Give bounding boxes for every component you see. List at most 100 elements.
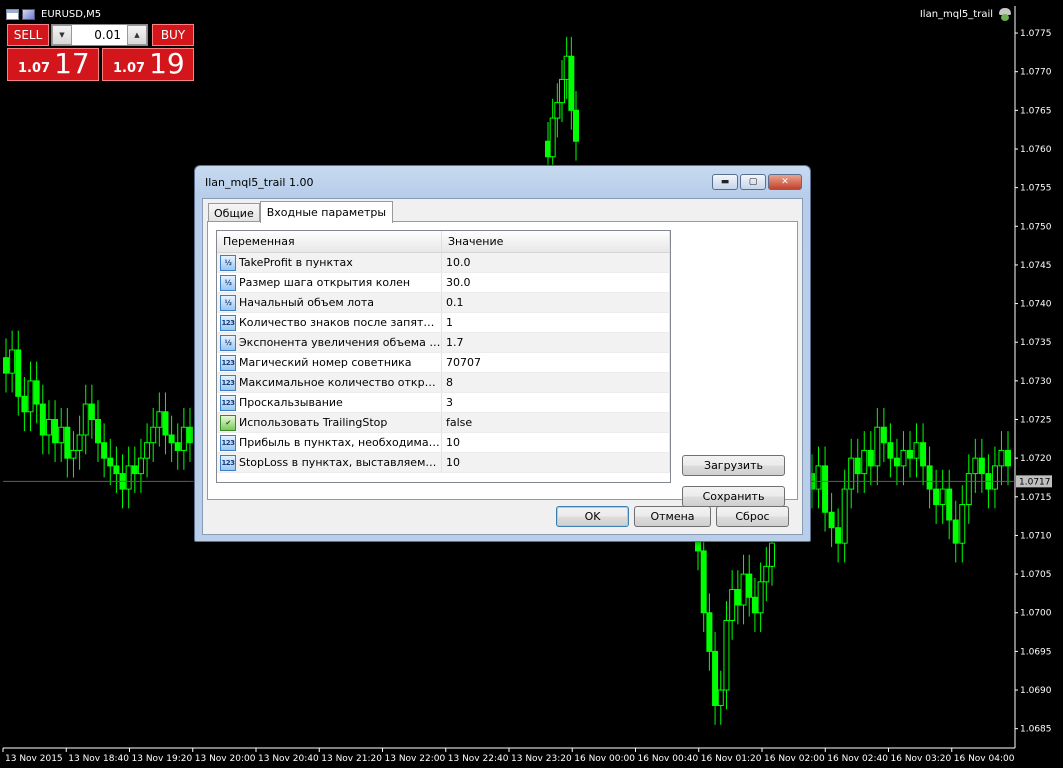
- cancel-button[interactable]: Отмена: [634, 506, 711, 527]
- table-row[interactable]: 123 Количество знаков после запятой в ...…: [217, 313, 670, 333]
- parameter-value-cell[interactable]: 8: [442, 373, 670, 392]
- price-tick-label: 1.0690: [1020, 686, 1052, 696]
- buy-button[interactable]: BUY: [152, 24, 194, 46]
- candle-body: [554, 102, 561, 119]
- expert-hat-icon: [997, 6, 1013, 22]
- integer-type-icon: 123: [220, 314, 236, 331]
- parameter-value-cell[interactable]: 10: [442, 433, 670, 452]
- price-tick-label: 1.0775: [1020, 29, 1052, 39]
- table-row[interactable]: ½ Размер шага открытия колен 30.0: [217, 273, 670, 293]
- parameters-table[interactable]: Переменная Значение ½ TakeProfit в пункта…: [216, 230, 671, 483]
- load-button[interactable]: Загрузить: [682, 455, 785, 476]
- parameter-name-cell[interactable]: 123 Магический номер советника: [217, 353, 442, 372]
- parameter-name-cell[interactable]: ✔ Использовать TrailingStop: [217, 413, 442, 432]
- candle-body: [723, 619, 730, 691]
- candle-body: [828, 511, 835, 529]
- candle-body: [959, 504, 966, 544]
- parameter-name-cell[interactable]: 123 Максимальное количество открыты...: [217, 373, 442, 392]
- candle-body: [144, 442, 151, 459]
- tab-common[interactable]: Общие: [208, 203, 260, 222]
- maximize-button[interactable]: ▢: [740, 174, 766, 190]
- lot-increase-icon[interactable]: ▲: [127, 25, 147, 45]
- parameter-value: 10: [446, 456, 460, 469]
- time-tick-label: 13 Nov 19:20: [132, 754, 193, 764]
- price-tick-label: 1.0770: [1020, 68, 1052, 78]
- minimize-button[interactable]: ▬: [712, 174, 738, 190]
- candle-body: [926, 465, 933, 490]
- parameter-value: false: [446, 416, 473, 429]
- lot-size-input[interactable]: 0.01: [72, 28, 127, 42]
- table-row[interactable]: 123 Проскальзывание 3: [217, 393, 670, 413]
- parameter-name-cell[interactable]: 123 Количество знаков после запятой в ...: [217, 313, 442, 332]
- candle-body: [180, 426, 187, 451]
- parameter-name-cell[interactable]: ½ Экспонента увеличения объема лота: [217, 333, 442, 352]
- price-tick-label: 1.0765: [1020, 106, 1052, 116]
- table-row[interactable]: 123 Максимальное количество открыты... 8: [217, 373, 670, 393]
- table-row[interactable]: ½ Экспонента увеличения объема лота 1.7: [217, 333, 670, 353]
- table-body: ½ TakeProfit в пунктах 10.0 ½ Размер шага от…: [217, 253, 670, 473]
- parameter-name-cell[interactable]: 123 Проскальзывание: [217, 393, 442, 412]
- parameter-value-cell[interactable]: 1: [442, 313, 670, 332]
- parameter-name-cell[interactable]: ½ Размер шага открытия колен: [217, 273, 442, 292]
- parameter-name: Магический номер советника: [239, 356, 412, 369]
- price-tick-label: 1.0705: [1020, 570, 1052, 580]
- price-tick-label: 1.0720: [1020, 454, 1052, 464]
- table-row[interactable]: 123 Прибыль в пунктах, необходимая д... 10: [217, 433, 670, 453]
- parameter-value-cell[interactable]: 1.7: [442, 333, 670, 352]
- candle-body: [82, 403, 89, 436]
- sell-button[interactable]: SELL: [7, 24, 49, 46]
- candle-body: [978, 457, 985, 475]
- table-row[interactable]: ✔ Использовать TrailingStop false: [217, 413, 670, 433]
- table-header: Переменная Значение: [217, 231, 670, 253]
- bid-price-button[interactable]: 1.07 17: [7, 48, 99, 81]
- lot-size-stepper[interactable]: ▼ 0.01 ▲: [51, 24, 148, 46]
- close-button[interactable]: ✕: [768, 174, 802, 190]
- candle-body: [70, 449, 77, 459]
- input-parameters-page: Переменная Значение ½ TakeProfit в пункта…: [207, 221, 798, 507]
- expert-advisor-label[interactable]: Ilan_mql5_trail: [920, 6, 1013, 22]
- parameter-value-cell[interactable]: 70707: [442, 353, 670, 372]
- ask-price-button[interactable]: 1.07 19: [102, 48, 194, 81]
- lot-decrease-icon[interactable]: ▼: [52, 25, 72, 45]
- candle-body: [734, 589, 741, 606]
- table-row[interactable]: 123 Магический номер советника 70707: [217, 353, 670, 373]
- parameter-name-cell[interactable]: 123 Прибыль в пунктах, необходимая д...: [217, 433, 442, 452]
- candle-body: [131, 465, 138, 475]
- candle-body: [913, 442, 920, 459]
- candle-body: [965, 473, 972, 506]
- chart-picture-icon: [22, 8, 35, 20]
- time-tick-label: 13 Nov 23:20: [511, 754, 572, 764]
- reset-button[interactable]: Сброс: [716, 506, 789, 527]
- price-tick-label: 1.0740: [1020, 300, 1052, 310]
- parameter-value-cell[interactable]: 10.0: [442, 253, 670, 272]
- table-row[interactable]: ½ Начальный объем лота 0.1: [217, 293, 670, 313]
- candle-body: [107, 457, 114, 467]
- time-tick-label: 13 Nov 20:00: [195, 754, 256, 764]
- parameter-value-cell[interactable]: 30.0: [442, 273, 670, 292]
- parameter-name: Количество знаков после запятой в ...: [239, 316, 441, 329]
- time-tick-label: 16 Nov 01:20: [701, 754, 762, 764]
- table-row[interactable]: ½ TakeProfit в пунктах 10.0: [217, 253, 670, 273]
- time-tick-label: 16 Nov 04:00: [954, 754, 1015, 764]
- candle-body: [991, 465, 998, 490]
- parameter-value-cell[interactable]: 0.1: [442, 293, 670, 312]
- parameter-value-cell[interactable]: 3: [442, 393, 670, 412]
- ok-button[interactable]: OK: [556, 506, 629, 527]
- candle-body: [751, 596, 758, 614]
- table-row[interactable]: 123 StopLoss в пунктах, выставляемый п...…: [217, 453, 670, 473]
- parameter-name-cell[interactable]: ½ TakeProfit в пунктах: [217, 253, 442, 272]
- parameter-value-cell[interactable]: 10: [442, 453, 670, 472]
- parameter-name-cell[interactable]: ½ Начальный объем лота: [217, 293, 442, 312]
- save-button[interactable]: Сохранить: [682, 486, 785, 507]
- tab-input-parameters[interactable]: Входные параметры: [259, 201, 394, 223]
- time-tick-label: 13 Nov 2015: [5, 754, 63, 764]
- parameter-value-cell[interactable]: false: [442, 413, 670, 432]
- parameter-name-cell[interactable]: 123 StopLoss в пунктах, выставляемый п...: [217, 453, 442, 472]
- double-type-icon: ½: [220, 334, 236, 351]
- parameter-name: Использовать TrailingStop: [239, 416, 388, 429]
- candle-body: [168, 434, 175, 444]
- time-tick-label: 16 Nov 03:20: [891, 754, 952, 764]
- column-header-value[interactable]: Значение: [442, 231, 670, 252]
- column-header-variable[interactable]: Переменная: [217, 231, 442, 252]
- price-axis: 1.0775 1.0770 1.0765 1.0760 1.0755 1.0750 1.07…: [1015, 29, 1052, 735]
